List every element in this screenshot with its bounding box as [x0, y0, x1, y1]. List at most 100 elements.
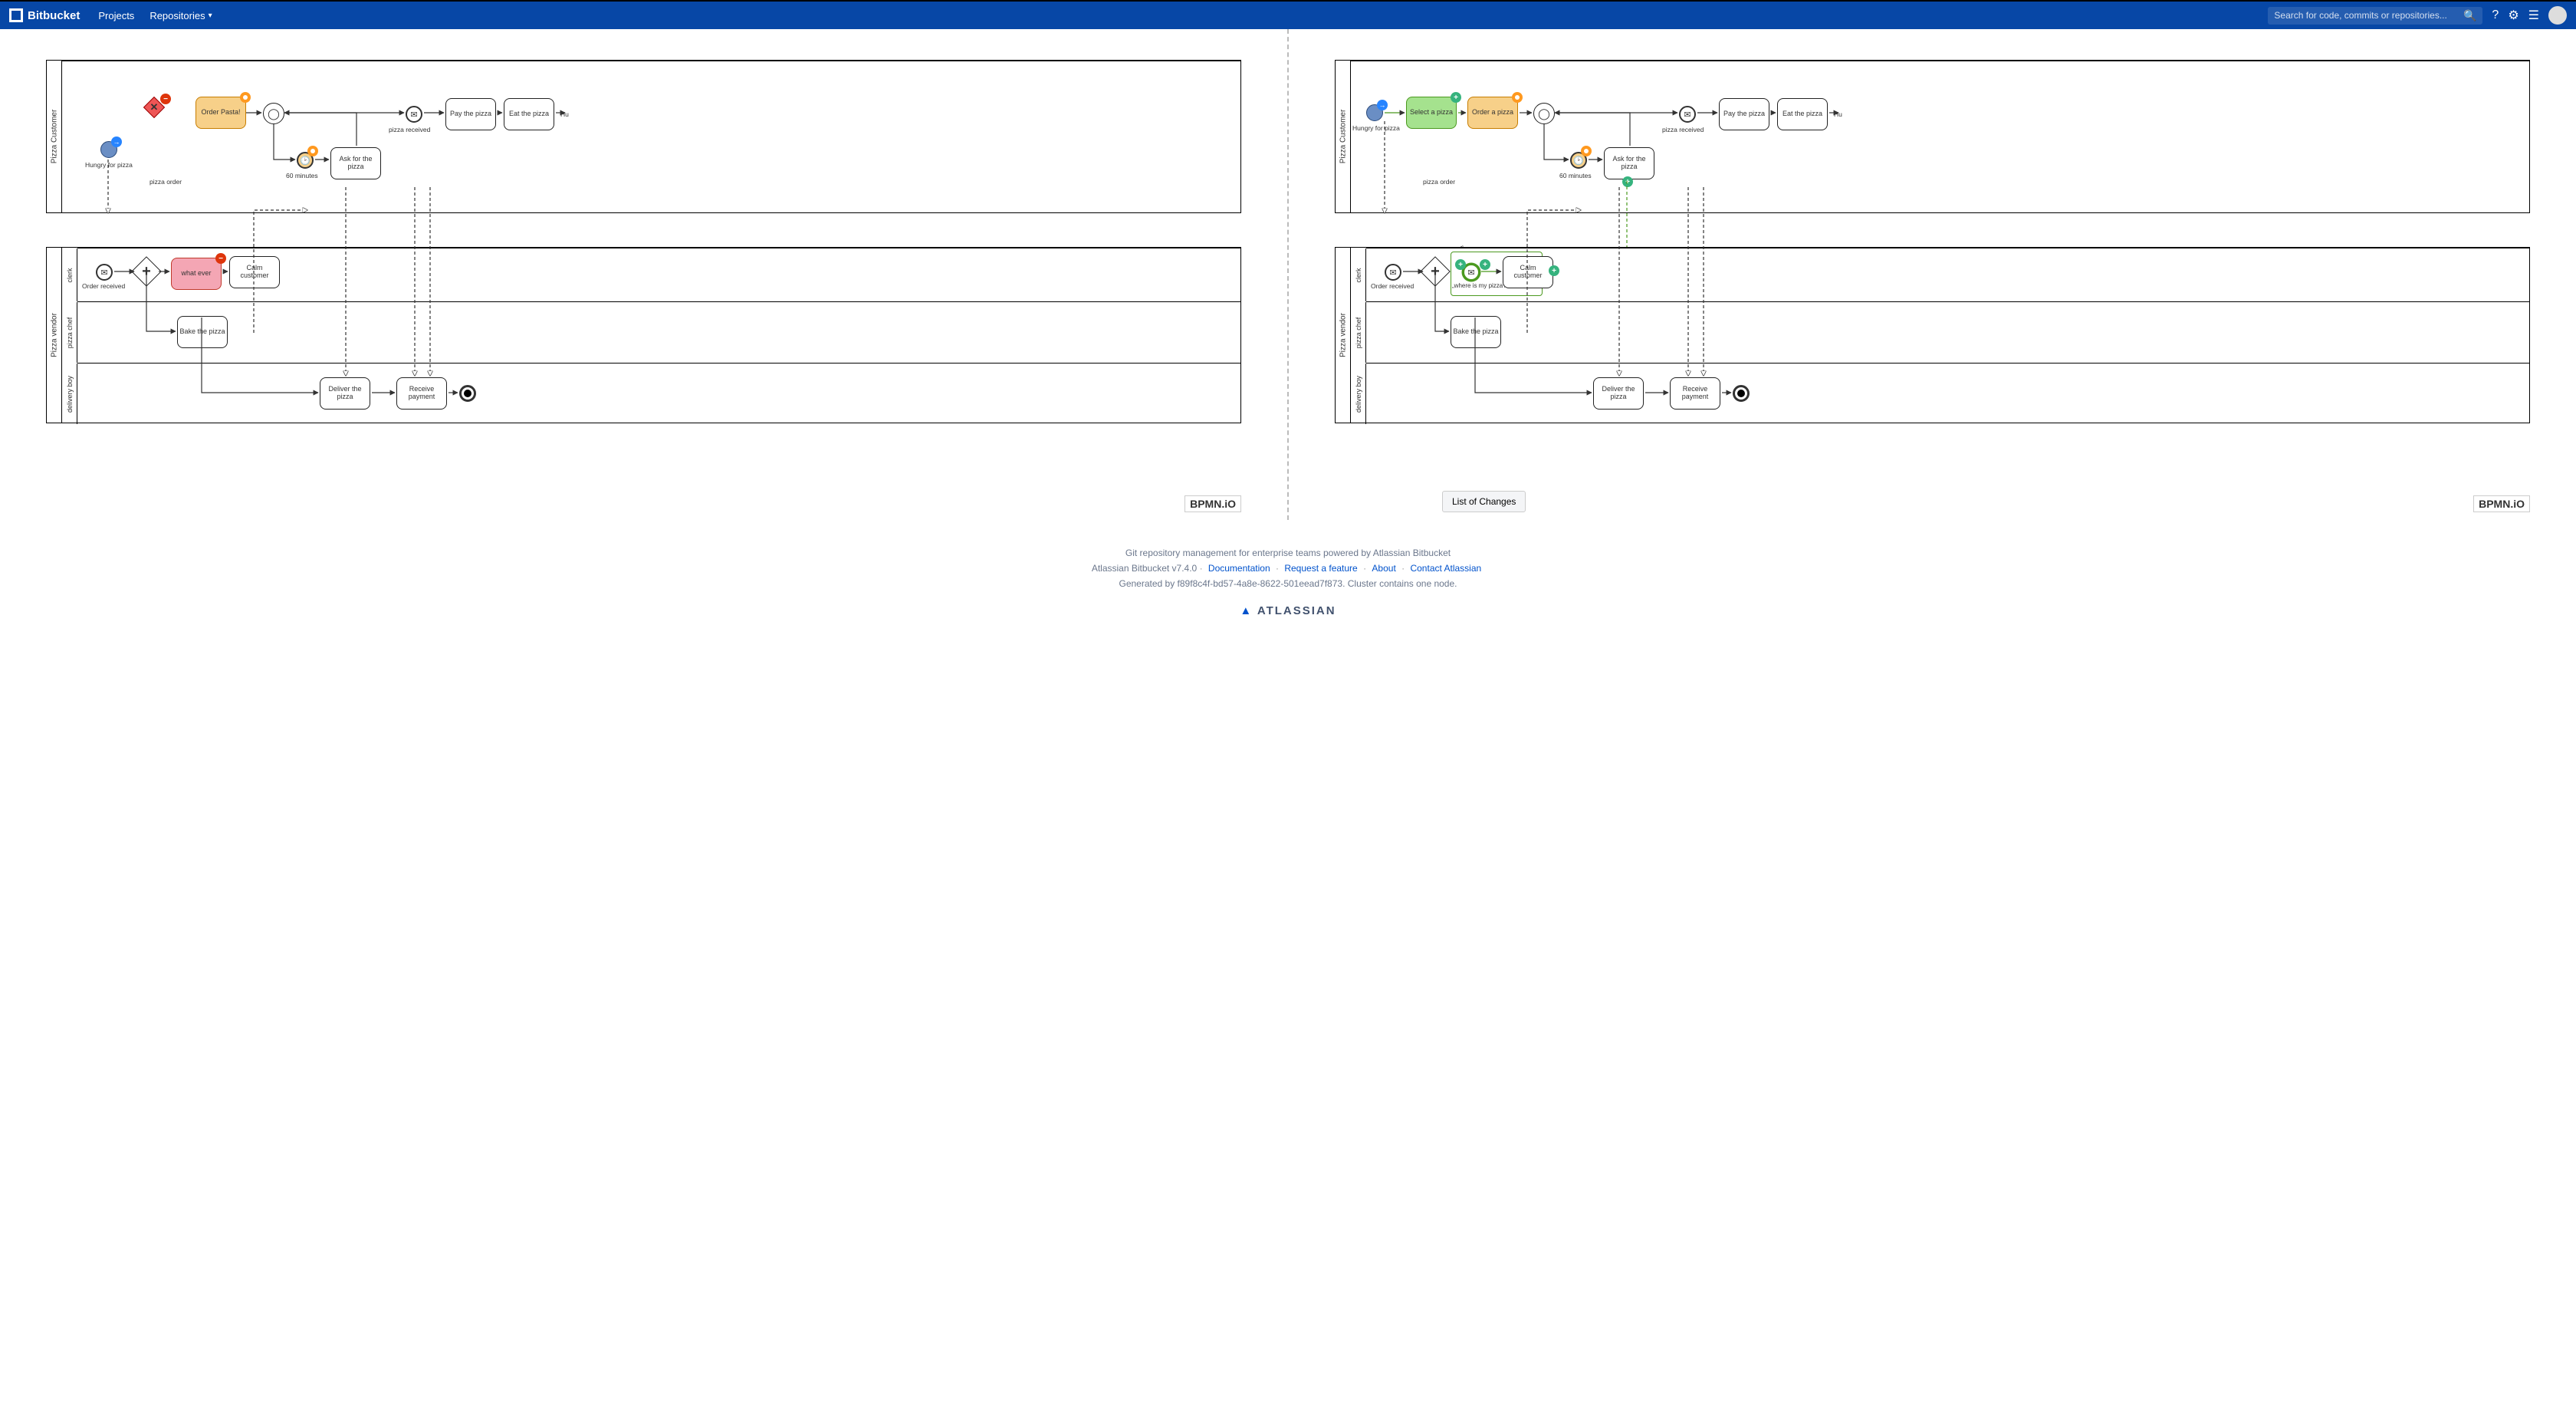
task-deliver[interactable]: Deliver the pizza	[320, 377, 370, 410]
task-order[interactable]: Order Pasta!	[196, 97, 246, 129]
nav-repos-label: Repositories	[150, 10, 205, 21]
diff-pane-right[interactable]: Pizza Customer Hungry for pizza Select a…	[1289, 29, 2576, 520]
task-ask[interactable]: Ask for the pizza	[1604, 147, 1654, 179]
lane-label: pizza chef	[62, 302, 77, 363]
top-nav: Bitbucket Projects Repositories ▾ 🔍 ? ⚙ …	[0, 0, 2576, 29]
footer-feature-link[interactable]: Request a feature	[1284, 563, 1357, 574]
pool-pizza-vendor: Pizza vendor clerk Order received what e…	[46, 247, 1241, 423]
where-label: „where is my pizza?"	[1452, 282, 1509, 289]
brand-name: Bitbucket	[28, 9, 80, 22]
task-bake[interactable]: Bake the pizza	[1451, 316, 1501, 348]
bpmn-io-logo[interactable]: BPMN.iO	[2473, 495, 2530, 512]
event-gateway[interactable]	[258, 98, 289, 129]
task-calm[interactable]: Calm customer	[229, 256, 280, 288]
list-of-changes-button[interactable]: List of Changes	[1442, 491, 1526, 512]
lane-label: delivery boy	[62, 364, 77, 424]
footer-tagline: Git repository management for enterprise…	[0, 548, 2576, 558]
add-badge-icon	[1455, 259, 1466, 270]
parallel-gateway[interactable]	[1420, 256, 1451, 287]
end-event[interactable]	[1733, 385, 1750, 402]
msg-start-order[interactable]	[96, 264, 113, 281]
flow-label-order: pizza order	[150, 178, 182, 186]
lane-customer: Hungry for pizza Select a pizza Order a …	[1351, 61, 2529, 214]
modified-badge-icon	[1512, 92, 1523, 103]
pool-pizza-vendor: Pizza vendor clerk Order received „where…	[1335, 247, 2530, 423]
lane-chef: pizza chef Bake the pizza	[77, 301, 1240, 363]
end-event[interactable]	[459, 385, 476, 402]
task-select[interactable]: Select a pizza	[1406, 97, 1457, 129]
footer-links: Atlassian Bitbucket v7.4.0 · Documentati…	[0, 563, 2576, 574]
nav-projects[interactable]: Projects	[90, 10, 142, 21]
start-label: Hungry for pizza	[1352, 124, 1400, 132]
bpmn-diff-view: Pizza Customer Hungry for pizza Order Pa…	[0, 29, 2576, 520]
moved-badge-icon	[1377, 100, 1388, 110]
search-input[interactable]	[2274, 10, 2463, 21]
lane-label: delivery boy	[1351, 364, 1366, 424]
task-deliver[interactable]: Deliver the pizza	[1593, 377, 1644, 410]
received-label: pizza received	[1662, 126, 1704, 133]
help-icon[interactable]: ?	[2492, 8, 2499, 22]
task-whatever[interactable]: what ever	[171, 258, 222, 290]
modified-badge-icon	[1581, 146, 1592, 156]
lane-clerk: clerk Order received „where is my pizza?…	[1366, 248, 2529, 301]
modified-badge-icon	[307, 146, 318, 156]
msg-event-received[interactable]	[1679, 106, 1696, 123]
chevron-down-icon: ▾	[209, 12, 212, 20]
modified-badge-icon	[240, 92, 251, 103]
parallel-gateway[interactable]	[131, 256, 162, 287]
task-order[interactable]: Order a pizza	[1467, 97, 1518, 129]
order-received-label: Order received	[82, 282, 125, 290]
msg-start-order[interactable]	[1385, 264, 1401, 281]
delete-badge-icon	[215, 253, 226, 264]
footer-contact-link[interactable]: Contact Atlassian	[1410, 563, 1481, 574]
pool-pizza-customer: Pizza Customer Hungry for pizza Order Pa…	[46, 60, 1241, 213]
inbox-icon[interactable]: ☰	[2528, 8, 2539, 23]
event-gateway[interactable]	[1529, 98, 1559, 129]
timer-label: 60 minutes	[286, 172, 318, 179]
pool-label: Pizza Customer	[1336, 61, 1351, 212]
bpmn-io-logo[interactable]: BPMN.iO	[1184, 495, 1241, 512]
footer-about-link[interactable]: About	[1372, 563, 1395, 574]
task-ask[interactable]: Ask for the pizza	[330, 147, 381, 179]
avatar[interactable]	[2548, 6, 2567, 25]
task-eat[interactable]: Eat the pizza	[504, 98, 554, 130]
global-search[interactable]: 🔍	[2268, 7, 2482, 25]
add-badge-icon	[1549, 265, 1559, 276]
search-icon[interactable]: 🔍	[2463, 9, 2476, 22]
received-label: pizza received	[389, 126, 430, 133]
gear-icon[interactable]: ⚙	[2508, 8, 2518, 23]
task-receive-payment[interactable]: Receive payment	[1670, 377, 1720, 410]
brand-logo[interactable]: Bitbucket	[9, 8, 80, 22]
atlassian-logo[interactable]: ATLASSIAN	[0, 604, 2576, 617]
pool-pizza-customer: Pizza Customer Hungry for pizza Select a…	[1335, 60, 2530, 213]
task-receive-payment[interactable]: Receive payment	[396, 377, 447, 410]
lane-customer: Hungry for pizza Order Pasta! 60 minutes…	[62, 61, 1240, 214]
footer-docs-link[interactable]: Documentation	[1208, 563, 1270, 574]
moved-badge-icon	[111, 137, 122, 147]
footer-version: Atlassian Bitbucket v7.4.0	[1092, 563, 1197, 574]
add-badge-icon	[1480, 259, 1490, 270]
end-label: Hu	[560, 110, 569, 118]
diff-pane-left[interactable]: Pizza Customer Hungry for pizza Order Pa…	[0, 29, 1287, 520]
timer-label: 60 minutes	[1559, 172, 1592, 179]
bitbucket-icon	[9, 8, 23, 22]
lane-label: clerk	[1351, 248, 1366, 301]
lane-label: pizza chef	[1351, 302, 1366, 363]
msg-event-received[interactable]	[406, 106, 422, 123]
task-pay[interactable]: Pay the pizza	[445, 98, 496, 130]
task-calm[interactable]: Calm customer	[1503, 256, 1553, 288]
pool-label: Pizza vendor	[1336, 248, 1351, 423]
task-bake[interactable]: Bake the pizza	[177, 316, 228, 348]
add-badge-icon	[1451, 92, 1461, 103]
nav-repositories[interactable]: Repositories ▾	[142, 10, 219, 21]
task-pay[interactable]: Pay the pizza	[1719, 98, 1769, 130]
pool-label: Pizza vendor	[47, 248, 62, 423]
start-label: Hungry for pizza	[85, 161, 133, 169]
lane-clerk: clerk Order received what ever Calm cust…	[77, 248, 1240, 301]
page-footer: Git repository management for enterprise…	[0, 520, 2576, 633]
end-label: Hu	[1834, 110, 1842, 118]
lane-chef: pizza chef Bake the pizza	[1366, 301, 2529, 363]
pool-label: Pizza Customer	[47, 61, 62, 212]
delete-badge-icon	[160, 94, 171, 104]
task-eat[interactable]: Eat the pizza	[1777, 98, 1828, 130]
